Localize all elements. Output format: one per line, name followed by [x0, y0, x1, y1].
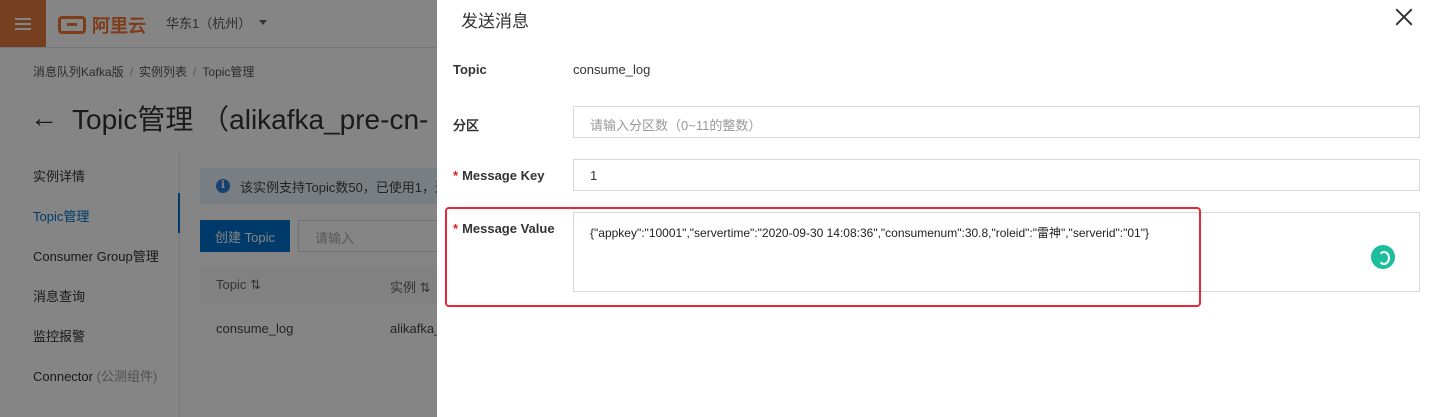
close-icon[interactable]: [1395, 8, 1413, 26]
message-key-input[interactable]: 1: [573, 159, 1420, 191]
topic-label: Topic: [453, 62, 487, 77]
message-key-label: * Message Key: [453, 168, 545, 183]
highlight-annotation: [445, 207, 1201, 307]
partition-input[interactable]: 请输入分区数（0~11的整数）: [573, 106, 1420, 138]
assistant-icon[interactable]: [1371, 245, 1395, 269]
topic-value: consume_log: [573, 62, 651, 77]
modal-overlay[interactable]: [0, 0, 437, 417]
partition-label: 分区: [453, 118, 480, 133]
drawer-title: 发送消息: [461, 12, 529, 31]
send-message-drawer: 发送消息 Topic consume_log 分区 请输入分区数（0~11的整数…: [437, 0, 1433, 417]
required-mark: *: [453, 168, 459, 183]
